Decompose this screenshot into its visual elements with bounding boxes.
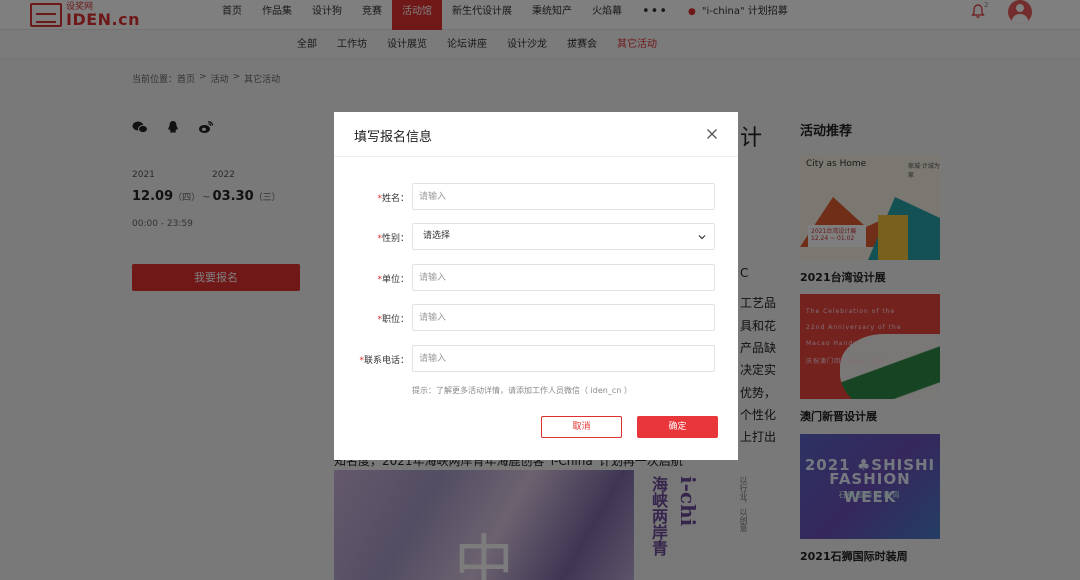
name-input[interactable] xyxy=(412,183,715,210)
company-label: *单位： xyxy=(377,275,409,285)
chevron-down-icon xyxy=(698,235,706,240)
phone-input[interactable] xyxy=(412,345,715,372)
company-input[interactable] xyxy=(412,264,715,291)
cancel-button[interactable]: 取消 xyxy=(541,416,622,438)
gender-select[interactable]: 请选择 xyxy=(412,223,715,250)
phone-label: *联系电话： xyxy=(359,356,409,366)
confirm-button[interactable]: 确定 xyxy=(637,416,718,438)
position-label: *职位： xyxy=(377,315,409,325)
position-input[interactable] xyxy=(412,304,715,331)
modal-title: 填写报名信息 xyxy=(354,130,433,145)
gender-label: *性别： xyxy=(377,234,409,244)
name-label: *姓名： xyxy=(377,194,409,204)
modal-hint: 提示：了解更多活动详情，请添加工作人员微信（ iden_cn ） xyxy=(412,386,632,395)
gender-select-value: 请选择 xyxy=(423,231,451,241)
close-icon[interactable] xyxy=(706,128,718,140)
